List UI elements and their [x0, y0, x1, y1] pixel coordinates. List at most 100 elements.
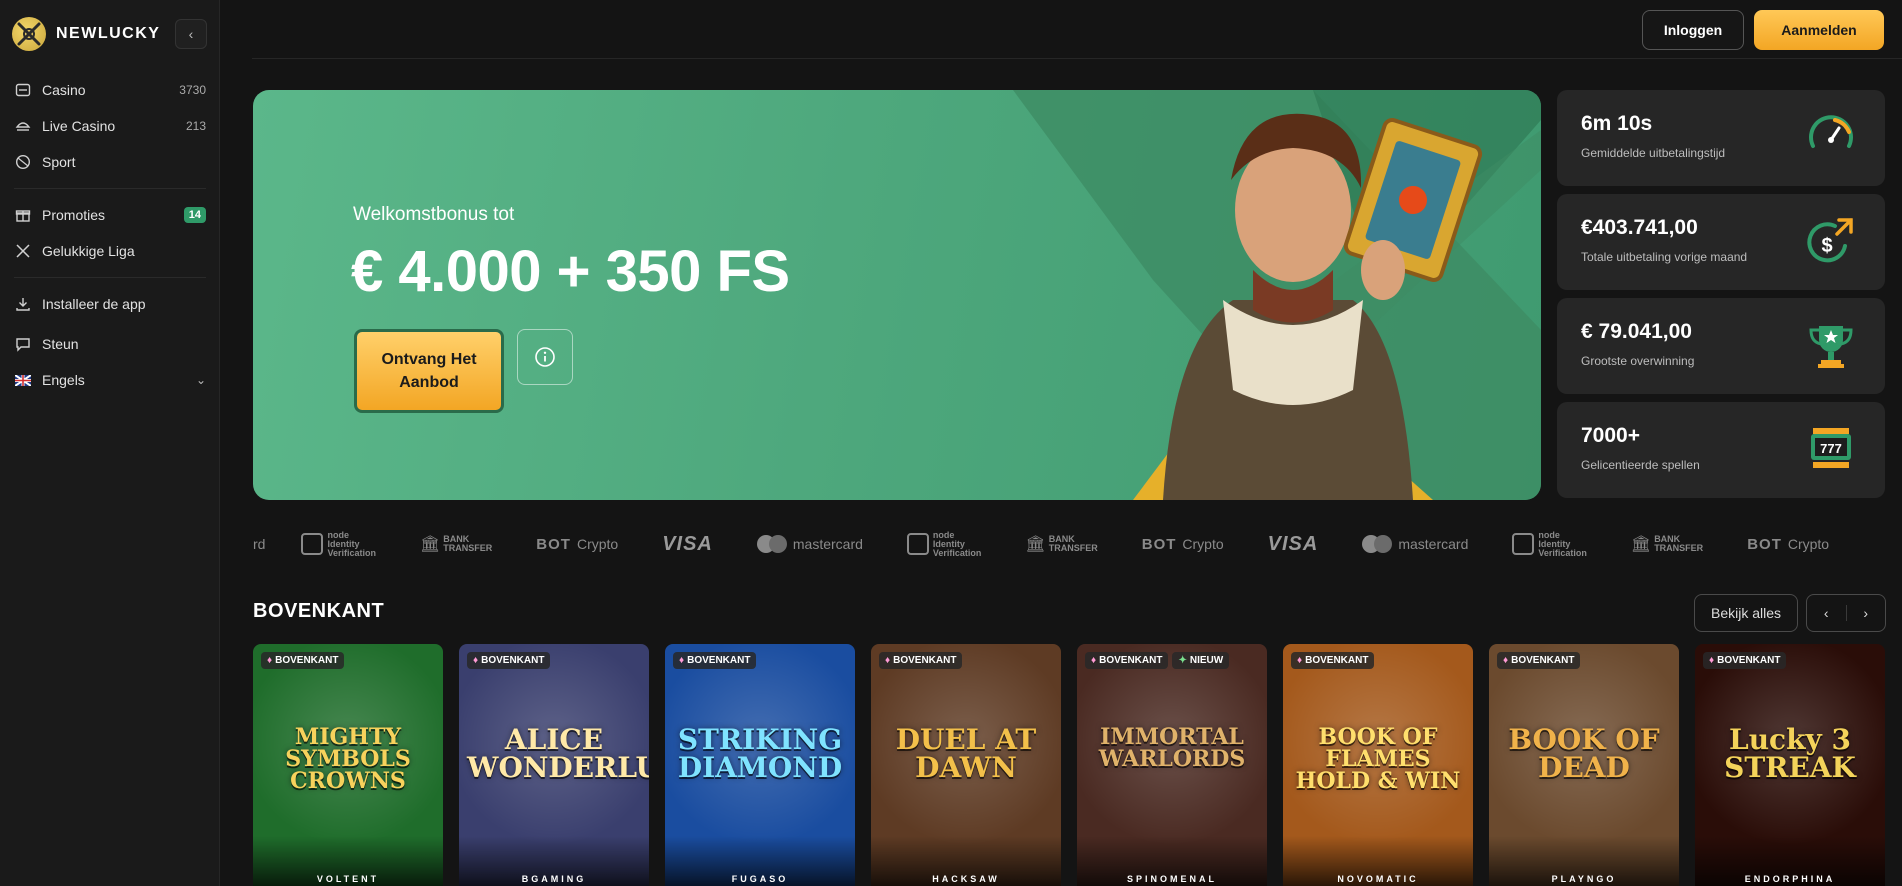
- game-card[interactable]: ♦ BOVENKANT DUEL AT DAWN HACKSAW: [871, 644, 1061, 886]
- game-card[interactable]: ♦ BOVENKANT ✦ NIEUW IMMORTAL WARLORDS SPINOME…: [1077, 644, 1267, 886]
- bank-transfer-logo: 🏛 BANK TRANSFER: [420, 534, 492, 554]
- top-badge: ♦ BOVENKANT: [1291, 652, 1375, 669]
- sidebar-item-label: Live Casino: [42, 118, 116, 134]
- game-card[interactable]: ♦ BOVENKANT BOOK OF DEAD PLAYNGO: [1489, 644, 1679, 886]
- flame-icon: ♦: [1091, 655, 1097, 666]
- bank-line: TRANSFER: [1048, 543, 1098, 553]
- stat-value: €403.741,00: [1581, 216, 1698, 239]
- language-selector[interactable]: Engels ⌄: [0, 362, 220, 398]
- crypto-mark: BOT: [1747, 535, 1782, 553]
- sparkle-icon: ✦: [1178, 655, 1187, 666]
- signup-button[interactable]: Aanmelden: [1754, 10, 1884, 50]
- flame-icon: ♦: [473, 655, 479, 666]
- info-icon: [535, 347, 555, 367]
- sidebar-item-casino[interactable]: Casino 3730: [0, 72, 220, 108]
- flame-icon: ♦: [1297, 655, 1303, 666]
- carousel-pager: ‹ ›: [1806, 594, 1886, 632]
- sidebar-item-gelukkige-liga[interactable]: Gelukkige Liga: [0, 233, 220, 269]
- sidebar-item-install-app[interactable]: Installeer de app: [0, 286, 220, 322]
- game-tags: ♦ BOVENKANT: [261, 652, 345, 669]
- brand-logo-icon[interactable]: [12, 17, 46, 51]
- new-badge: ✦ NIEUW: [1172, 652, 1230, 669]
- game-provider: ENDORPHINA: [1744, 874, 1836, 884]
- stat-value: 7000+: [1581, 424, 1640, 447]
- game-card[interactable]: ♦ BOVENKANT BOOK OF FLAMES HOLD & WIN NOVOM…: [1283, 644, 1473, 886]
- identity-line2: Verification: [327, 547, 376, 558]
- claim-offer-button[interactable]: Ontvang Het Aanbod: [354, 329, 504, 413]
- sidebar-item-sport[interactable]: Sport: [0, 144, 220, 180]
- top-badge: ♦ BOVENKANT: [261, 652, 345, 669]
- game-provider: VOLTENT: [316, 874, 380, 884]
- explorer-character-illustration: [1163, 113, 1483, 500]
- bank-icon: 🏛: [1025, 536, 1046, 553]
- stat-value: € 79.041,00: [1581, 320, 1692, 343]
- top-bar-divider: [252, 58, 1902, 59]
- top-badge: ♦ BOVENKANT: [1497, 652, 1581, 669]
- sidebar-item-label: Installeer de app: [42, 296, 146, 312]
- game-title-art: IMMORTAL WARLORDS: [1098, 724, 1246, 772]
- badge-label: BOVENKANT: [481, 655, 545, 666]
- gift-icon: [14, 206, 32, 224]
- sidebar: NEWLUCKY ‹ Casino 3730 Live Casino 213 S…: [0, 0, 220, 886]
- game-card[interactable]: ♦BOVENKANT ALICE WONDERLUCK BGAMING: [459, 644, 649, 886]
- identity-line2: Verification: [932, 547, 982, 558]
- see-all-button[interactable]: Bekijk alles: [1694, 594, 1798, 632]
- swords-icon: [14, 242, 32, 260]
- game-card[interactable]: ♦ BOVENKANT Lucky 3 STREAK ENDORPHINA: [1695, 644, 1885, 886]
- game-provider: HACKSAW: [932, 874, 1000, 884]
- game-card[interactable]: ♦ BOVENKANT MIGHTY SYMBOLS CROWNS VOLTENT: [253, 644, 443, 886]
- mastercard-circles-icon: [756, 535, 787, 553]
- chevron-left-icon: ‹: [1823, 605, 1829, 621]
- logo-row: NEWLUCKY ‹: [12, 16, 211, 52]
- bank-line: TRANSFER: [443, 543, 493, 553]
- payment-methods-strip: rd node Identity Verification 🏛 BANK TRANSFE…: [253, 524, 1885, 564]
- badge-label: BOVENKANT: [1099, 655, 1163, 666]
- language-label: Engels: [42, 372, 85, 388]
- nav-divider: [14, 277, 206, 278]
- welcome-bonus-banner[interactable]: Welkomstbonus tot € 4.000 + 350 FS Ontva…: [253, 90, 1541, 500]
- live-dealer-icon: [14, 117, 32, 135]
- crypto-label: Crypto: [1182, 536, 1224, 552]
- bonus-subtitle: Welkomstbonus tot: [353, 204, 515, 225]
- top-badge: ♦ BOVENKANT: [1085, 652, 1169, 669]
- dollar-up-icon: $: [1807, 218, 1853, 263]
- chat-icon: [14, 335, 32, 353]
- carousel-prev-button[interactable]: ‹: [1807, 595, 1846, 631]
- identity-verification-logo: node Identity Verification: [906, 530, 982, 558]
- count-badge: 213: [185, 119, 206, 133]
- uk-flag-icon: [14, 371, 32, 389]
- badge-label: BOVENKANT: [275, 655, 339, 666]
- bank-icon: 🏛: [419, 536, 441, 553]
- mastercard-logo: mastercard: [1362, 535, 1468, 553]
- game-title-art: BOOK OF FLAMES HOLD & WIN: [1295, 724, 1461, 794]
- game-card[interactable]: ♦ BOVENKANT STRIKING DIAMOND FUGASO: [665, 644, 855, 886]
- sidebar-item-live-casino[interactable]: Live Casino 213: [0, 108, 220, 144]
- sidebar-item-steun[interactable]: Steun: [0, 326, 220, 362]
- carousel-next-button[interactable]: ›: [1847, 595, 1886, 631]
- game-tags: ♦ BOVENKANT: [1703, 652, 1787, 669]
- stat-caption: Gelicentieerde spellen: [1581, 458, 1700, 472]
- sidebar-item-label: Sport: [42, 154, 76, 170]
- game-provider: NOVOMATIC: [1337, 874, 1419, 884]
- stat-value: 6m 10s: [1581, 112, 1653, 135]
- badge-label: BOVENKANT: [1305, 655, 1369, 666]
- crypto-label: Crypto: [1787, 536, 1830, 552]
- crypto-logo: BOT Crypto: [1142, 536, 1224, 553]
- brand-name[interactable]: NEWLUCKY: [56, 25, 160, 43]
- sidebar-item-label: Steun: [42, 336, 79, 352]
- flame-icon: ♦: [267, 655, 273, 666]
- collapse-sidebar-button[interactable]: ‹: [175, 19, 207, 49]
- bonus-amount-title: € 4.000 + 350 FS: [351, 239, 790, 304]
- promo-count-badge: 14: [183, 207, 206, 223]
- chevron-left-icon: ‹: [188, 26, 194, 42]
- identity-verification-logo: node Identity Verification: [301, 530, 376, 558]
- sidebar-item-promoties[interactable]: Promoties 14: [0, 197, 220, 233]
- login-button[interactable]: Inloggen: [1642, 10, 1744, 50]
- sidebar-item-label: Gelukkige Liga: [42, 243, 135, 259]
- flame-icon: ♦: [679, 655, 685, 666]
- visa-logo: VISA: [662, 532, 713, 555]
- offer-info-button[interactable]: [517, 329, 573, 385]
- bank-transfer-logo: 🏛 BANK TRANSFER: [1631, 534, 1703, 554]
- chevron-down-icon: ⌄: [195, 373, 206, 387]
- speedometer-icon: [1809, 115, 1853, 148]
